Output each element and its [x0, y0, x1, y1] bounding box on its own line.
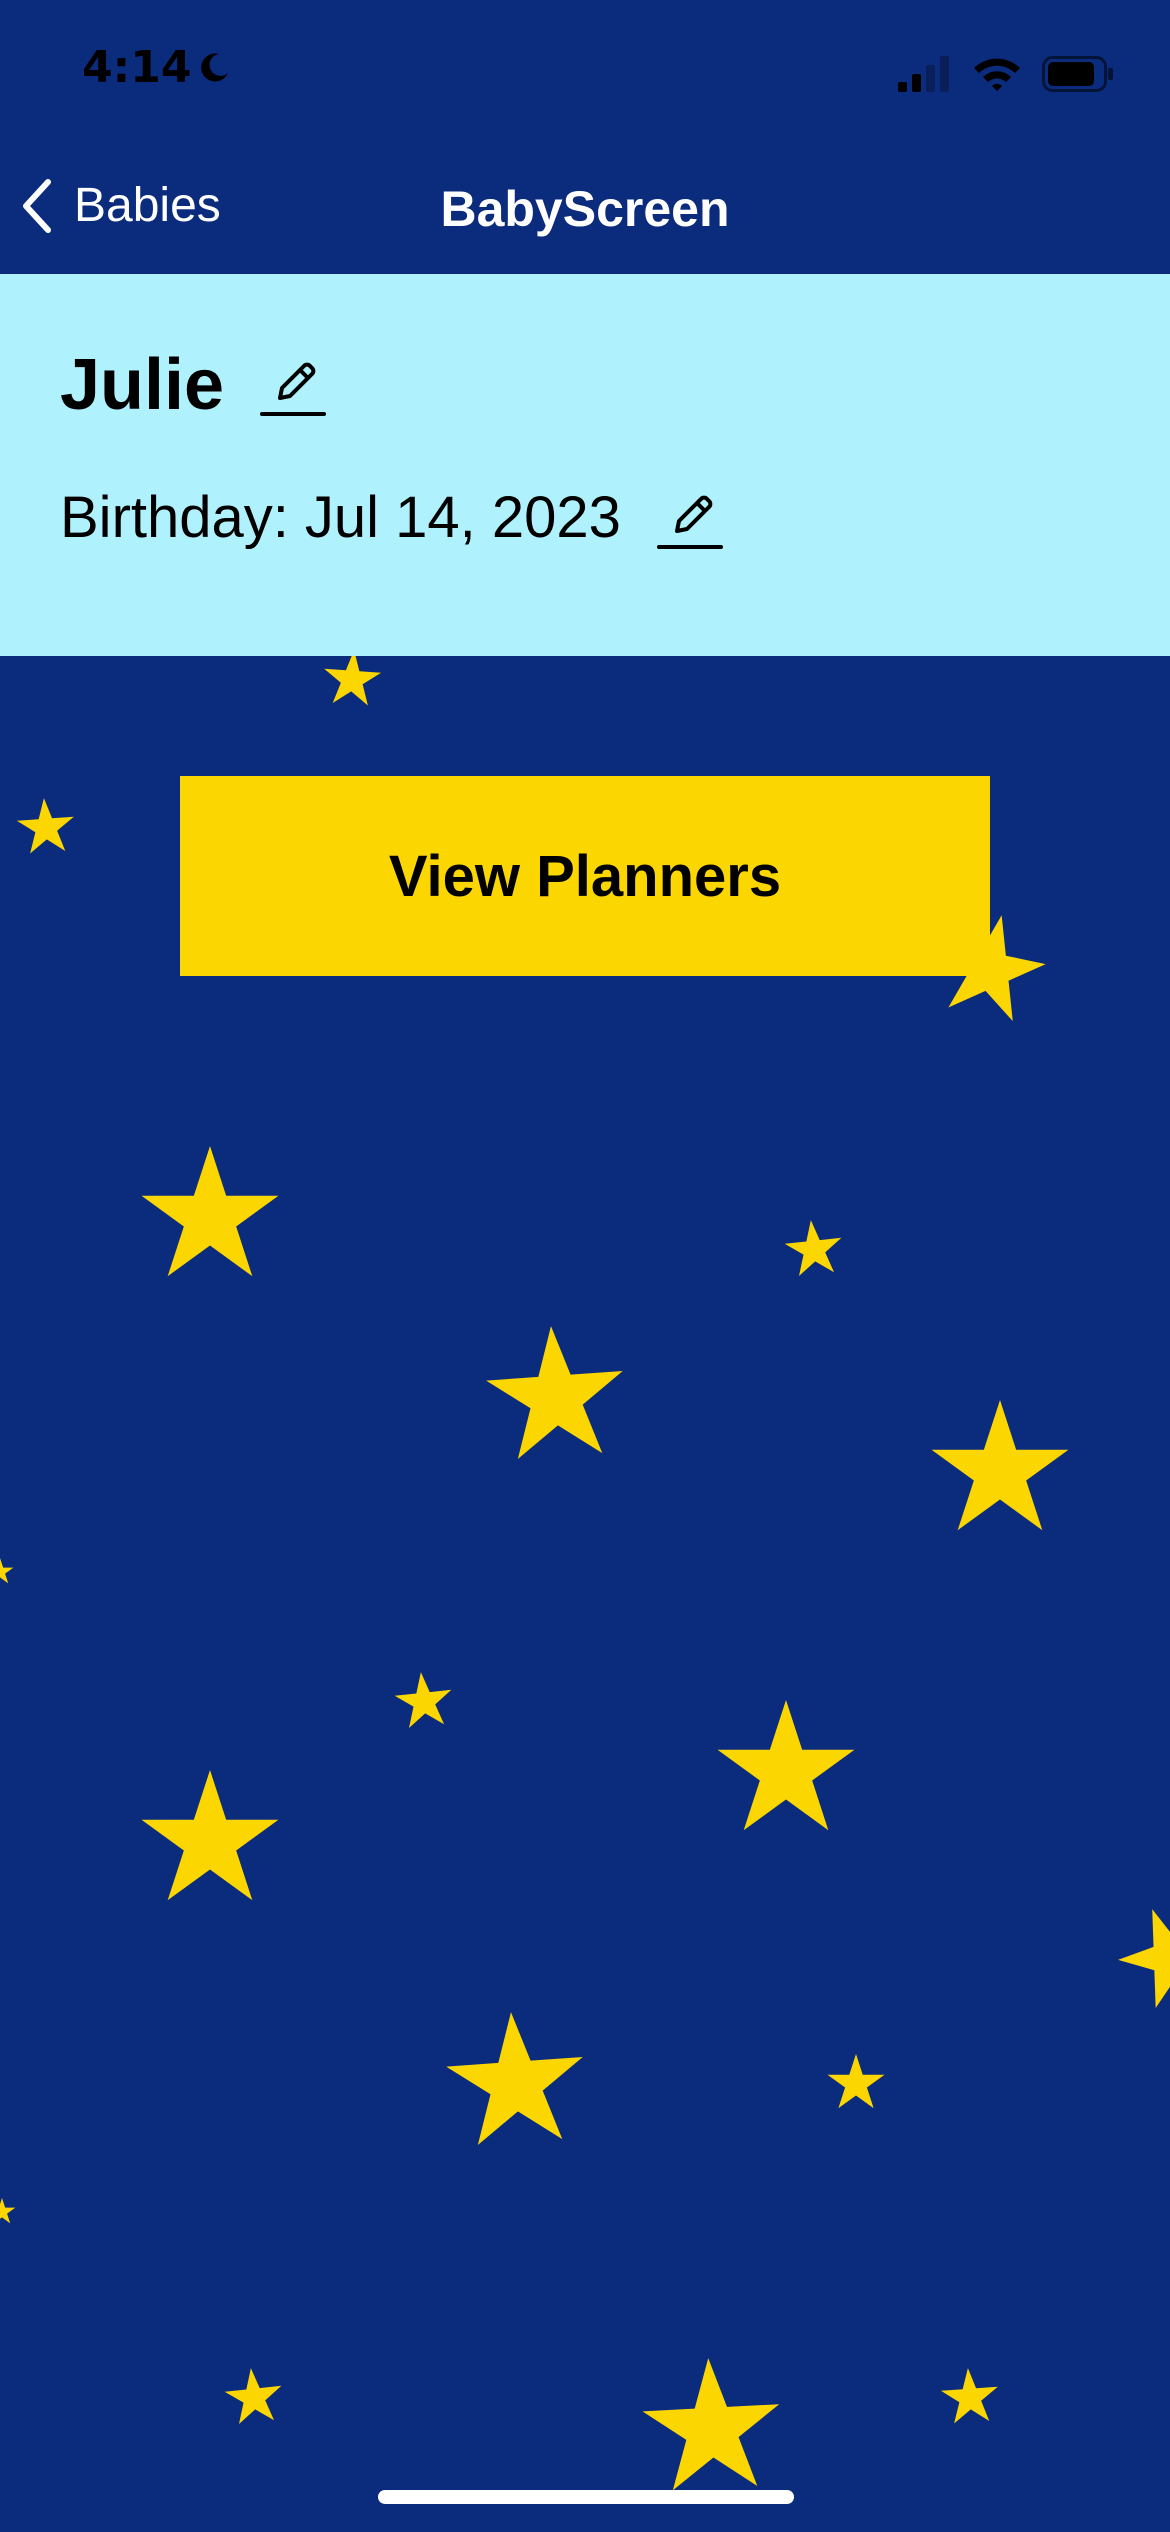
star-icon: [141, 1146, 279, 1277]
status-icons: [898, 56, 1114, 92]
star-icon: [717, 1700, 855, 1831]
back-button-label: Babies: [74, 179, 221, 232]
navigation-bar: Babies BabyScreen: [0, 150, 1170, 274]
star-icon: [0, 2198, 16, 2224]
star-icon: [0, 1558, 14, 1584]
star-icon: [321, 648, 383, 707]
wifi-icon: [972, 56, 1022, 92]
star-icon: [222, 2365, 285, 2426]
star-icon: [482, 1321, 629, 1461]
star-icon: [639, 2354, 784, 2492]
star-icon: [442, 2007, 589, 2147]
chevron-left-icon: [22, 178, 52, 233]
moon-icon: [197, 51, 231, 85]
baby-name: Julie: [60, 345, 225, 425]
edit-name-button[interactable]: [260, 352, 327, 418]
birthday-value: Jul 14, 2023: [304, 485, 621, 550]
star-icon: [827, 2054, 885, 2109]
baby-screen: 4:14 Babies BabyScreen Julie Birthday: J…: [0, 0, 1170, 2532]
baby-name-row: Julie: [60, 344, 327, 426]
star-icon: [1105, 1892, 1170, 2015]
pencil-icon: [260, 362, 327, 416]
star-icon: [141, 1770, 279, 1901]
star-icon: [931, 1400, 1069, 1531]
star-icon: [939, 2366, 1001, 2425]
status-bar: 4:14: [0, 0, 1170, 150]
pencil-icon: [656, 495, 723, 549]
back-button[interactable]: Babies: [22, 178, 221, 233]
baby-info-card: Julie Birthday: Jul 14, 2023: [0, 274, 1170, 656]
star-icon: [392, 1669, 455, 1730]
clock-time: 4:14: [82, 42, 192, 93]
view-planners-button[interactable]: View Planners: [180, 776, 990, 976]
cellular-signal-icon: [898, 56, 952, 92]
home-indicator: [378, 2490, 794, 2504]
birthday-label: Birthday:: [60, 485, 289, 550]
star-icon: [782, 1217, 845, 1278]
battery-icon: [1042, 56, 1114, 92]
edit-birthday-button[interactable]: [656, 485, 723, 551]
birthday-row: Birthday: Jul 14, 2023: [60, 484, 723, 551]
star-icon: [15, 796, 77, 855]
status-time: 4:14: [82, 42, 231, 93]
